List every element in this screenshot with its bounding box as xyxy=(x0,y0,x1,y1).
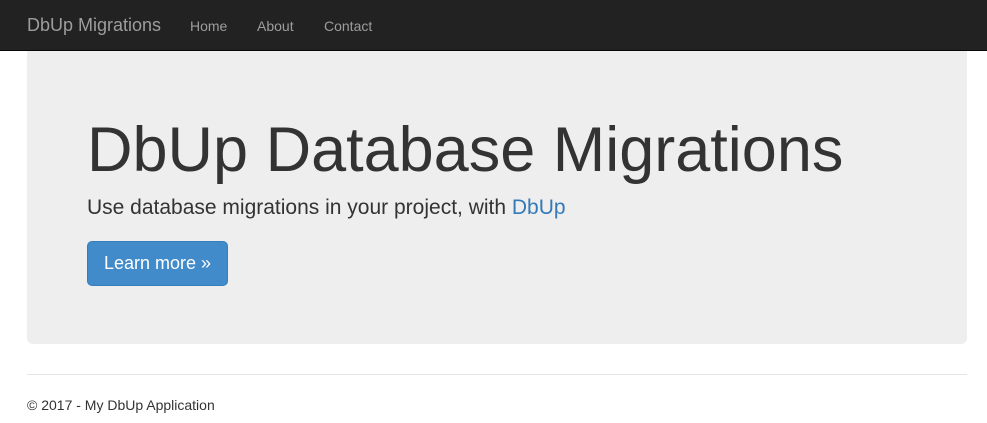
nav-link-home[interactable]: Home xyxy=(190,17,227,35)
nav-link-contact[interactable]: Contact xyxy=(324,17,372,35)
learn-more-button[interactable]: Learn more » xyxy=(87,241,228,286)
page-title: DbUp Database Migrations xyxy=(87,115,844,185)
footer-copyright: © 2017 - My DbUp Application xyxy=(27,397,215,413)
footer-divider xyxy=(27,374,967,375)
lead-paragraph: Use database migrations in your project,… xyxy=(87,195,566,221)
navbar-brand[interactable]: DbUp Migrations xyxy=(27,15,161,35)
lead-text: Use database migrations in your project,… xyxy=(87,196,512,219)
dbup-link[interactable]: DbUp xyxy=(512,196,566,219)
jumbotron: DbUp Database Migrations Use database mi… xyxy=(27,51,967,344)
nav-link-about[interactable]: About xyxy=(257,17,294,35)
navbar: DbUp Migrations Home About Contact xyxy=(0,0,987,51)
